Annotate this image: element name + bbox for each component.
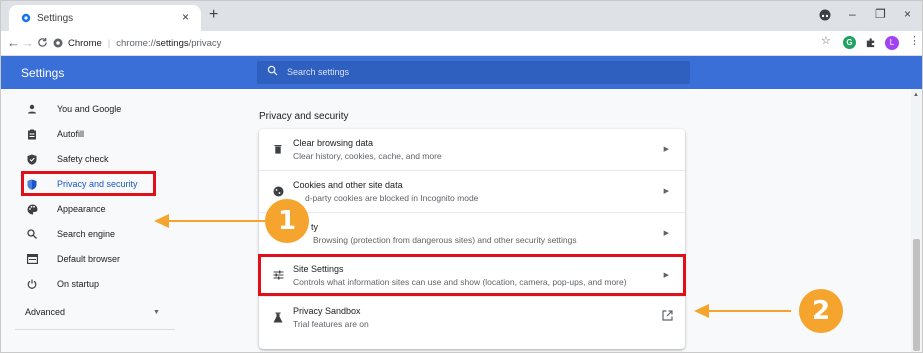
step-badge-1: 1 xyxy=(265,199,309,243)
annotation-arrows xyxy=(154,214,791,318)
browser-window: Settings × + – ❐ × ← → Chrome | chrome:/… xyxy=(0,0,923,353)
arrow-to-site-settings xyxy=(694,304,791,318)
step-badge-2: 2 xyxy=(799,289,843,333)
arrow-to-privacy xyxy=(154,214,266,228)
